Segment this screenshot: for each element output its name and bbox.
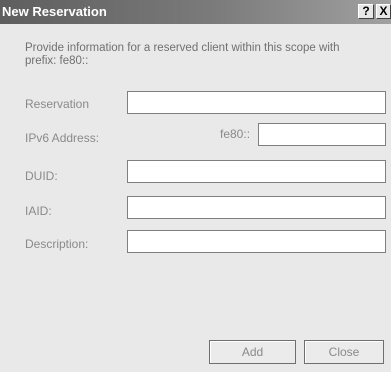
reservation-input[interactable] <box>127 91 386 114</box>
title-bar[interactable]: New Reservation ? X <box>0 0 391 24</box>
description-input[interactable] <box>127 230 386 253</box>
help-icon[interactable]: ? <box>358 4 374 19</box>
new-reservation-dialog: New Reservation ? X Provide information … <box>0 0 391 372</box>
close-icon[interactable]: X <box>376 4 391 19</box>
add-button[interactable]: Add <box>209 340 296 364</box>
close-button[interactable]: Close <box>304 340 384 364</box>
duid-input[interactable] <box>127 160 386 183</box>
ipv6-address-input[interactable] <box>258 123 386 146</box>
description-label: Description: <box>25 237 89 251</box>
iaid-input[interactable] <box>127 196 386 219</box>
ipv6-prefix-label: fe80:: <box>220 127 251 141</box>
dialog-title: New Reservation <box>2 4 107 19</box>
duid-label: DUID: <box>25 169 58 183</box>
intro-text: Provide information for a reserved clien… <box>25 42 340 67</box>
reservation-label: Reservation <box>25 97 90 111</box>
iaid-label: IAID: <box>25 204 52 218</box>
ipv6-address-label: IPv6 Address: <box>25 131 100 145</box>
